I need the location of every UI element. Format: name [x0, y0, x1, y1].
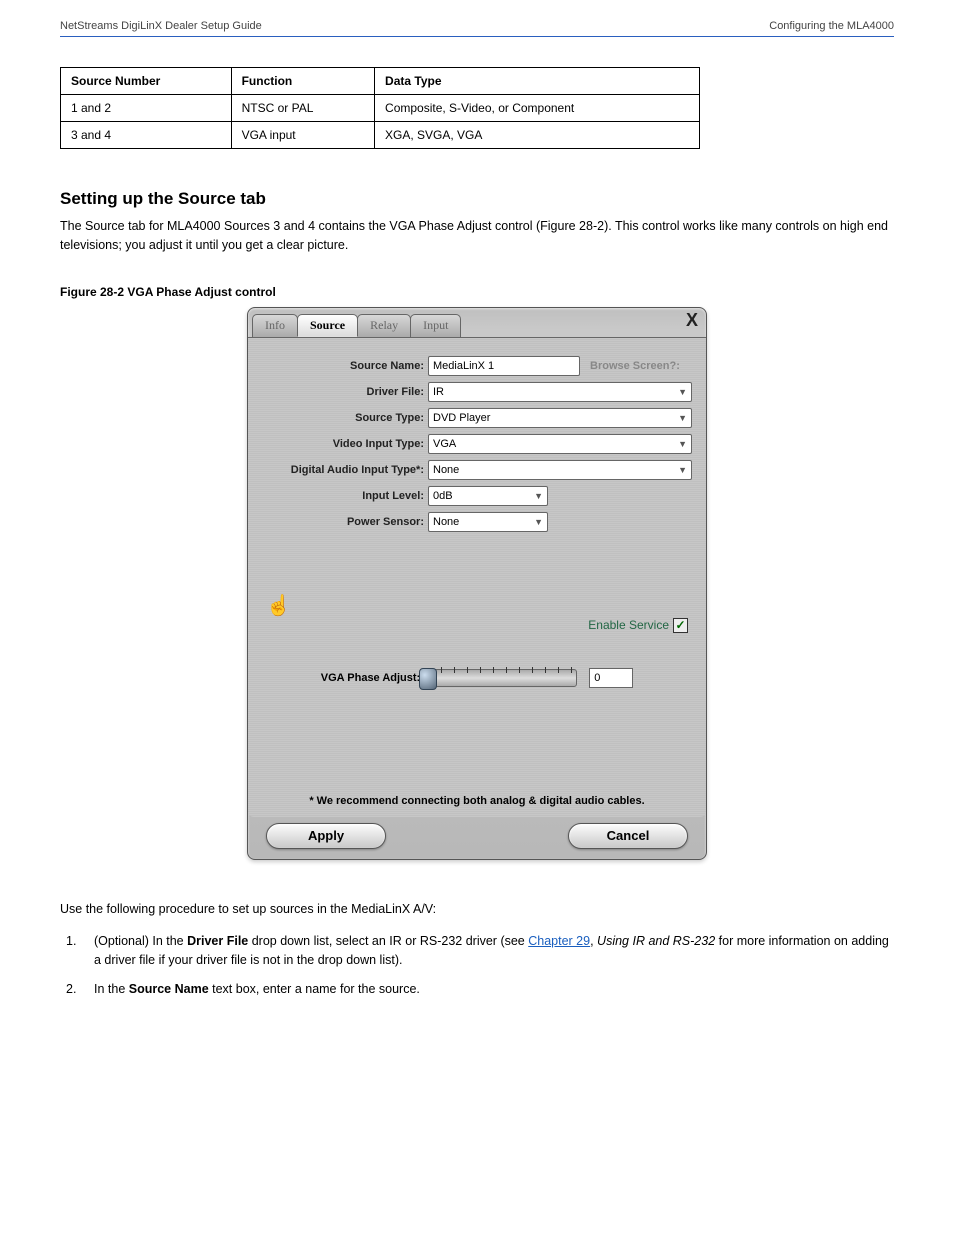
input-level-value: 0dB	[433, 490, 453, 502]
enable-service-label: Enable Service	[588, 618, 669, 632]
figure-label: Figure 28-2 VGA Phase Adjust control	[60, 285, 894, 299]
label-power-sensor: Power Sensor:	[258, 516, 428, 528]
cancel-button[interactable]: Cancel	[568, 823, 688, 849]
chevron-down-icon: ▼	[678, 413, 687, 423]
spec-table: Source Number Function Data Type 1 and 2…	[60, 67, 700, 149]
label-source-type: Source Type:	[258, 412, 428, 424]
table-row: 3 and 4 VGA input XGA, SVGA, VGA	[61, 122, 700, 149]
step-text: In the Source Name text box, enter a nam…	[94, 980, 420, 999]
header-left: NetStreams DigiLinX Dealer Setup Guide	[60, 20, 262, 32]
video-input-select[interactable]: VGA ▼	[428, 434, 692, 454]
chevron-down-icon: ▼	[534, 491, 543, 501]
cell: Composite, S-Video, or Component	[375, 95, 700, 122]
label-digital-audio-input: Digital Audio Input Type*:	[258, 464, 428, 476]
power-sensor-select[interactable]: None ▼	[428, 512, 548, 532]
th-source-number: Source Number	[61, 68, 232, 95]
step-text: (Optional) In the Driver File drop down …	[94, 932, 894, 970]
dialog-footnote: * We recommend connecting both analog & …	[248, 795, 706, 807]
label-source-name: Source Name:	[258, 360, 428, 372]
procedure-list: 1. (Optional) In the Driver File drop do…	[60, 932, 894, 998]
cell: NTSC or PAL	[231, 95, 374, 122]
step-number: 2.	[66, 980, 84, 999]
driver-file-select[interactable]: IR ▼	[428, 382, 692, 402]
th-function: Function	[231, 68, 374, 95]
enable-service-row: Enable Service ✓	[588, 618, 688, 633]
cell: 1 and 2	[61, 95, 232, 122]
digital-audio-select[interactable]: None ▼	[428, 460, 692, 480]
list-item: 1. (Optional) In the Driver File drop do…	[60, 932, 894, 970]
dialog-button-row: Apply Cancel	[248, 817, 706, 859]
cursor-pointer-icon: ☝	[266, 593, 291, 618]
source-type-select[interactable]: DVD Player ▼	[428, 408, 692, 428]
driver-file-value: IR	[433, 386, 444, 398]
tab-relay[interactable]: Relay	[357, 314, 411, 337]
tab-source[interactable]: Source	[297, 314, 358, 337]
th-data-type: Data Type	[375, 68, 700, 95]
source-name-input[interactable]	[428, 356, 580, 376]
cell: VGA input	[231, 122, 374, 149]
vga-phase-row: VGA Phase Adjust:	[248, 668, 706, 688]
vga-phase-label: VGA Phase Adjust:	[321, 672, 420, 684]
label-browse-screen: Browse Screen?:	[590, 360, 680, 372]
power-sensor-value: None	[433, 516, 459, 528]
video-input-value: VGA	[433, 438, 456, 450]
list-item: 2. In the Source Name text box, enter a …	[60, 980, 894, 999]
label-driver-file: Driver File:	[258, 386, 428, 398]
tab-info[interactable]: Info	[252, 314, 298, 337]
page-header: NetStreams DigiLinX Dealer Setup Guide C…	[60, 20, 894, 37]
label-video-input-type: Video Input Type:	[258, 438, 428, 450]
tab-bar: Info Source Relay Input	[248, 308, 706, 337]
apply-button[interactable]: Apply	[266, 823, 386, 849]
vga-phase-slider[interactable]	[422, 669, 577, 687]
chevron-down-icon: ▼	[678, 465, 687, 475]
dialog-panel: Source Name: Browse Screen?: Driver File…	[248, 337, 706, 817]
close-icon[interactable]: X	[686, 310, 698, 331]
table-header-row: Source Number Function Data Type	[61, 68, 700, 95]
slider-thumb-icon[interactable]	[419, 668, 437, 690]
enable-service-checkbox[interactable]: ✓	[673, 618, 688, 633]
chapter-link[interactable]: Chapter 29	[528, 934, 590, 948]
vga-phase-value-input[interactable]	[589, 668, 633, 688]
body-paragraph: The Source tab for MLA4000 Sources 3 and…	[60, 217, 894, 255]
digital-audio-value: None	[433, 464, 459, 476]
tab-input[interactable]: Input	[410, 314, 461, 337]
chevron-down-icon: ▼	[678, 439, 687, 449]
cell: 3 and 4	[61, 122, 232, 149]
section-heading: Setting up the Source tab	[60, 189, 894, 209]
input-level-select[interactable]: 0dB ▼	[428, 486, 548, 506]
chevron-down-icon: ▼	[678, 387, 687, 397]
source-type-value: DVD Player	[433, 412, 490, 424]
step-number: 1.	[66, 932, 84, 970]
header-right: Configuring the MLA4000	[769, 20, 894, 32]
medialinx-dialog: X Info Source Relay Input Source Name: B…	[247, 307, 707, 860]
table-row: 1 and 2 NTSC or PAL Composite, S-Video, …	[61, 95, 700, 122]
label-input-level: Input Level:	[258, 490, 428, 502]
procedure-intro: Use the following procedure to set up so…	[60, 900, 894, 919]
chevron-down-icon: ▼	[534, 517, 543, 527]
cell: XGA, SVGA, VGA	[375, 122, 700, 149]
